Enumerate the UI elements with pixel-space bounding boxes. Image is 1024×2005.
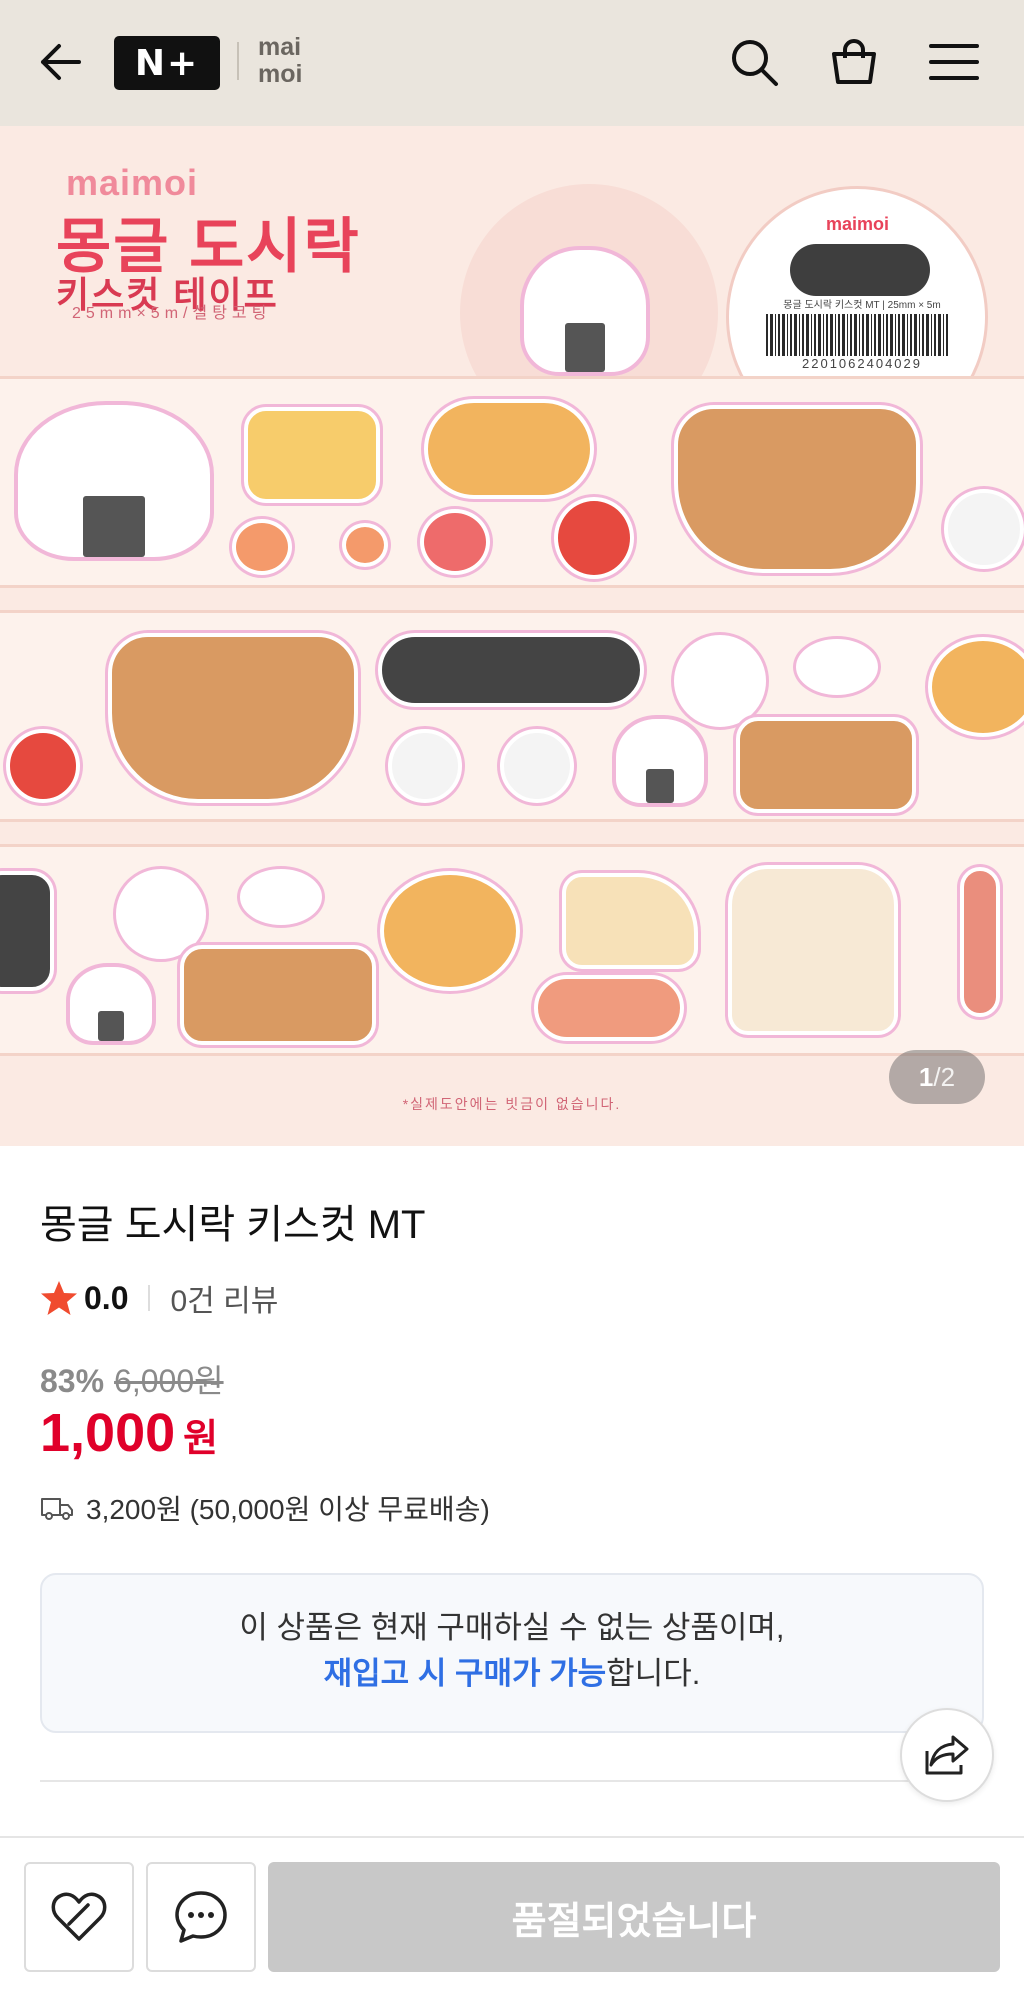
search-button[interactable] bbox=[722, 30, 786, 94]
flower-sticker bbox=[232, 519, 292, 575]
notice-line2-rest: 합니다. bbox=[606, 1656, 701, 1691]
arrow-left-icon bbox=[41, 44, 81, 80]
image-disclaimer: *실제도안에는 빗금이 없습니다. bbox=[402, 1096, 622, 1112]
bento-box-sticker bbox=[674, 405, 920, 573]
menu-button[interactable] bbox=[922, 30, 986, 94]
kimbap-roll-sticker bbox=[378, 633, 644, 707]
notice-line1: 이 상품은 현재 구매하실 수 없는 상품이며, bbox=[239, 1610, 785, 1645]
sale-price: 1,000 원 bbox=[40, 1402, 218, 1464]
egg-sticker bbox=[240, 869, 322, 925]
sale-price-value: 1,000 bbox=[40, 1403, 176, 1463]
heart-icon bbox=[51, 1892, 107, 1941]
barcode-graphic bbox=[766, 314, 950, 356]
tamagoyaki-sticker bbox=[244, 407, 380, 503]
notice-line2: 재입고 시 구매가 가능합니다. bbox=[42, 1651, 982, 1697]
nplus-logo[interactable]: N+ bbox=[114, 36, 220, 90]
cart-button[interactable] bbox=[822, 30, 886, 94]
onigiri-sticker bbox=[66, 963, 156, 1045]
dango-sticker bbox=[960, 867, 1000, 1017]
discount-info: 83% 6,000원 bbox=[40, 1356, 224, 1402]
fried-food-sticker bbox=[928, 637, 1024, 737]
chat-inquiry-button[interactable] bbox=[146, 1862, 256, 1972]
flower-cluster-sticker bbox=[534, 975, 684, 1041]
soldout-notice: 이 상품은 현재 구매하실 수 없는 상품이며, 재입고 시 구매가 가능합니다… bbox=[40, 1573, 984, 1733]
top-header: N+ mai moi bbox=[0, 0, 1024, 126]
delivery-truck-icon bbox=[41, 1498, 73, 1520]
bottom-action-bar: 품절되었습니다 bbox=[0, 1836, 1024, 2005]
sandwich-sticker bbox=[562, 873, 698, 969]
rating-separator bbox=[148, 1285, 151, 1311]
tomato-sticker bbox=[6, 729, 80, 803]
chat-bubble-icon bbox=[175, 1891, 227, 1943]
burger-tray-sticker bbox=[180, 945, 376, 1045]
tape-strip-1 bbox=[0, 376, 1024, 588]
burger-tray-sticker bbox=[736, 717, 916, 813]
toast-sandwich-sticker bbox=[728, 865, 898, 1035]
search-icon bbox=[732, 40, 778, 86]
original-price: 6,000원 bbox=[114, 1363, 224, 1399]
tape-strip-3 bbox=[0, 844, 1024, 1056]
product-image-carousel[interactable]: maimoi 몽글 도시락 키스컷 테이프 25mm×5m/설탕코팅 maimo… bbox=[0, 126, 1024, 1146]
back-button[interactable] bbox=[30, 32, 90, 92]
image-counter: 1/2 bbox=[889, 1050, 985, 1104]
flower-sticker bbox=[342, 523, 388, 567]
shipping-info: 3,200원 (50,000원 이상 무료배송) bbox=[40, 1488, 490, 1528]
onigiri-sticker bbox=[612, 715, 708, 807]
shipping-text: 3,200원 (50,000원 이상 무료배송) bbox=[86, 1494, 490, 1525]
narutomaki-sticker bbox=[116, 869, 206, 959]
narutomaki-sticker bbox=[674, 635, 766, 727]
soldout-button[interactable]: 품절되었습니다 bbox=[268, 1862, 1000, 1972]
kimbap-slice-sticker bbox=[944, 489, 1024, 569]
bento-box-sticker bbox=[108, 633, 358, 803]
share-button[interactable] bbox=[900, 1708, 994, 1802]
review-count[interactable]: 0건 리뷰 bbox=[170, 1276, 278, 1320]
roll-brand-text: maimoi bbox=[826, 214, 890, 234]
kimbap-illustration bbox=[790, 244, 930, 296]
image-spec-text: 25mm×5m/설탕코팅 bbox=[72, 305, 272, 322]
brand-logo[interactable]: mai moi bbox=[258, 34, 302, 88]
sale-price-unit: 원 bbox=[183, 1418, 219, 1460]
kimbap-slice-sticker bbox=[388, 729, 462, 803]
onigiri-illustration bbox=[520, 246, 650, 376]
octopus-sausage-sticker bbox=[420, 509, 490, 575]
logo-divider bbox=[237, 42, 239, 80]
roll-label-text: 몽글 도시락 키스컷 MT | 25mm × 5m bbox=[783, 300, 941, 311]
section-divider bbox=[40, 1780, 984, 1782]
star-icon bbox=[41, 1281, 77, 1315]
fried-food-sticker bbox=[380, 871, 520, 991]
rating-value: 0.0 bbox=[84, 1279, 129, 1316]
barcode-number: 2201062404029 bbox=[802, 356, 922, 371]
kimbap-roll-sticker bbox=[0, 871, 54, 991]
share-icon bbox=[925, 1735, 969, 1775]
notice-restock-highlight: 재입고 시 구매가 가능 bbox=[323, 1656, 607, 1691]
image-counter-total: /2 bbox=[933, 1061, 956, 1092]
egg-sticker bbox=[796, 639, 878, 695]
rating-summary[interactable]: 0.0 0건 리뷰 bbox=[40, 1278, 278, 1318]
fried-shrimp-sticker bbox=[424, 399, 594, 499]
brand-logo-line2: moi bbox=[258, 60, 303, 88]
discount-percent: 83% bbox=[40, 1363, 105, 1399]
tomato-sticker bbox=[554, 497, 634, 579]
hamburger-menu-icon bbox=[929, 44, 979, 80]
tape-strip-2 bbox=[0, 610, 1024, 822]
kimbap-slice-sticker bbox=[500, 729, 574, 803]
onigiri-sticker bbox=[14, 401, 214, 561]
image-counter-current: 1 bbox=[918, 1061, 934, 1092]
wishlist-button[interactable] bbox=[24, 1862, 134, 1972]
product-title: 몽글 도시락 키스컷 MT bbox=[40, 1203, 426, 1247]
brand-logo-line1: mai bbox=[258, 33, 302, 61]
shopping-bag-icon bbox=[832, 39, 876, 84]
